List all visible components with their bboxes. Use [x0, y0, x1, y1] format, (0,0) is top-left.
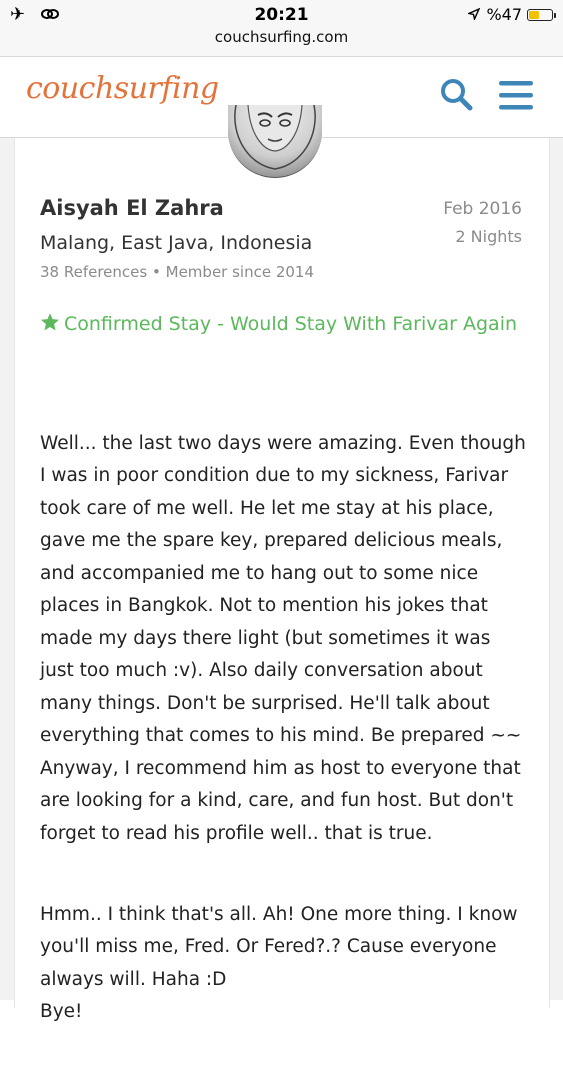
status-bar: ✈ 20:21 couchsurfing.com %47	[0, 0, 563, 57]
location-arrow-icon	[467, 6, 481, 24]
hamburger-menu-icon	[499, 81, 533, 110]
search-icon	[441, 79, 473, 111]
status-right: %47	[467, 5, 556, 24]
author-meta: 38 References • Member since 2014	[40, 263, 314, 281]
stay-nights: 2 Nights	[455, 227, 522, 246]
menu-button[interactable]	[496, 75, 536, 115]
reference-body: Well... the last two days were amazing. …	[40, 395, 526, 1077]
reference-paragraph: Hmm.. I think that's all. Ah! One more t…	[40, 903, 518, 1023]
meta-separator: •	[152, 263, 161, 281]
star-icon	[41, 313, 59, 331]
confirmed-stay-text: Confirmed Stay - Would Stay With Farivar…	[64, 313, 518, 335]
confirmed-stay-label: Confirmed Stay - Would Stay With Farivar…	[40, 308, 520, 340]
author-name[interactable]: Aisyah El Zahra	[40, 196, 224, 220]
reference-date: Feb 2016	[443, 199, 522, 219]
battery-icon	[527, 8, 556, 21]
search-button[interactable]	[437, 75, 477, 115]
url-bar[interactable]: couchsurfing.com	[0, 28, 563, 46]
member-since: Member since 2014	[165, 263, 315, 281]
author-location: Malang, East Java, Indonesia	[40, 232, 313, 254]
references-count: 38 References	[40, 263, 148, 281]
battery-percent: %47	[486, 5, 522, 24]
battery-fill	[529, 10, 539, 19]
reference-paragraph: Well... the last two days were amazing. …	[40, 432, 526, 844]
couchsurfing-logo[interactable]: couchsurfing	[26, 71, 219, 106]
